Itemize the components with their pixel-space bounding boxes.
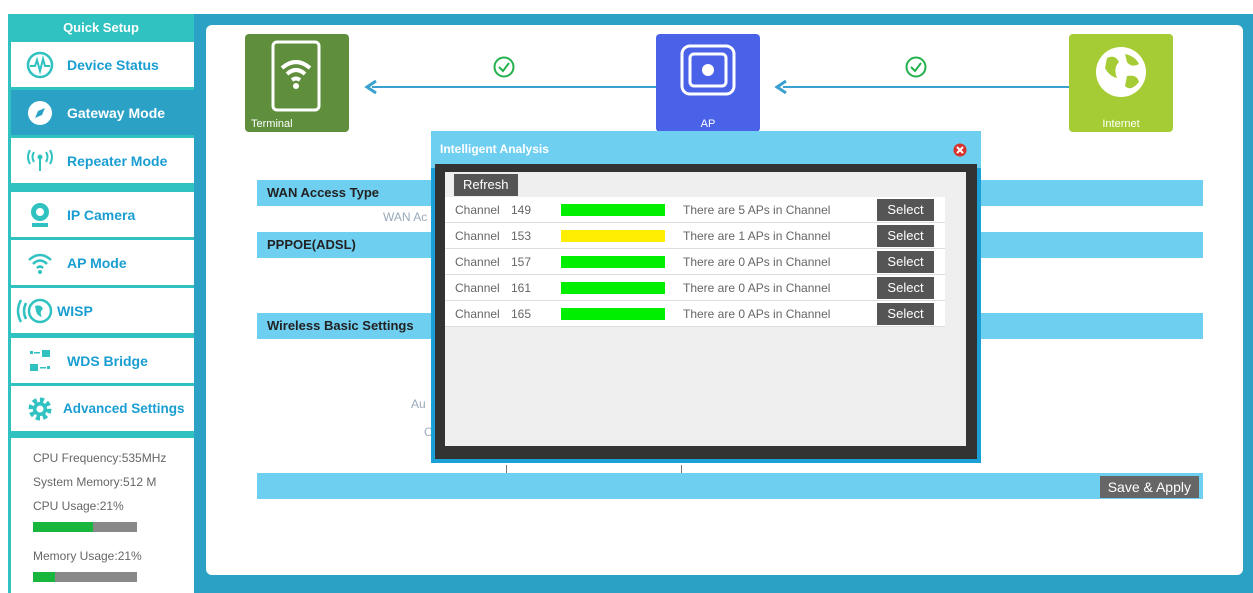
ghost-label-au: Au — [411, 397, 426, 411]
channel-label: Channel — [455, 281, 500, 295]
channel-row: Channel 157 There are 0 APs in Channel S… — [445, 249, 945, 275]
gear-icon — [23, 392, 57, 426]
sidebar-item-ap-mode[interactable]: AP Mode — [11, 240, 194, 285]
sidebar-item-label: Repeater Mode — [67, 152, 168, 169]
compass-icon — [23, 96, 57, 130]
ap-node: AP — [656, 34, 760, 132]
dialog-header: Intelligent Analysis — [431, 131, 981, 168]
channel-number: 149 — [511, 203, 532, 217]
channel-list-area: Refresh Channel 149 There are 5 APs in C… — [445, 172, 966, 446]
sidebar-item-label: IP Camera — [67, 206, 136, 223]
select-channel-button[interactable]: Select — [877, 251, 934, 273]
channel-row: Channel 153 There are 1 APs in Channel S… — [445, 223, 945, 249]
check-circle-icon — [905, 56, 927, 78]
refresh-button[interactable]: Refresh — [454, 174, 518, 196]
sidebar-item-wisp[interactable]: WISP — [11, 288, 194, 333]
sidebar-item-label: Gateway Mode — [67, 104, 166, 121]
sidebar-item-repeater-mode[interactable]: Repeater Mode — [11, 138, 194, 183]
wan-access-label: WAN Ac — [383, 210, 428, 224]
save-apply-button[interactable]: Save & Apply — [1099, 476, 1199, 498]
channel-label: Channel — [455, 203, 500, 217]
channel-row: Channel 165 There are 0 APs in Channel S… — [445, 301, 945, 327]
channel-number: 165 — [511, 307, 532, 321]
save-apply-bar: Save & Apply — [257, 473, 1203, 499]
system-memory-text: System Memory:512 M — [33, 475, 157, 489]
channel-number: 153 — [511, 229, 532, 243]
channel-row: Channel 161 There are 0 APs in Channel S… — [445, 275, 945, 301]
channel-level-bar — [561, 282, 665, 294]
channel-ap-count: There are 0 APs in Channel — [683, 307, 831, 321]
sidebar-item-label: WDS Bridge — [67, 352, 148, 369]
arrow-line — [783, 86, 1083, 88]
sidebar-item-gateway-mode[interactable]: Gateway Mode — [11, 90, 194, 135]
channel-ap-count: There are 0 APs in Channel — [683, 281, 831, 295]
memory-usage-text: Memory Usage:21% — [33, 549, 142, 563]
sidebar-item-ip-camera[interactable]: IP Camera — [11, 192, 194, 237]
internet-label: Internet — [1102, 118, 1140, 130]
channel-label: Channel — [455, 229, 500, 243]
cpu-usage-bar-fill — [33, 522, 94, 532]
router-admin-page: Quick Setup Device Status Gateway Mode R… — [0, 0, 1253, 593]
cpu-usage-text: CPU Usage:21% — [33, 499, 124, 513]
memory-usage-bar — [33, 572, 137, 582]
sidebar: Quick Setup Device Status Gateway Mode R… — [8, 14, 194, 593]
channel-level-bar — [561, 230, 665, 242]
camera-icon — [23, 198, 57, 232]
channel-row: Channel 149 There are 5 APs in Channel S… — [445, 197, 945, 223]
sidebar-title: Quick Setup — [63, 20, 139, 35]
sidebar-item-device-status[interactable]: Device Status — [11, 42, 194, 87]
select-channel-button[interactable]: Select — [877, 277, 934, 299]
cpu-frequency-text: CPU Frequency:535MHz — [33, 451, 167, 465]
channel-ap-count: There are 0 APs in Channel — [683, 255, 831, 269]
channel-level-bar — [561, 256, 665, 268]
dialog-title: Intelligent Analysis — [440, 142, 549, 156]
pulse-icon — [23, 48, 57, 82]
check-circle-icon — [493, 56, 515, 78]
channel-number: 157 — [511, 255, 532, 269]
sidebar-item-advanced-settings[interactable]: Advanced Settings — [11, 386, 194, 431]
close-icon[interactable] — [953, 143, 967, 157]
sidebar-item-wds-bridge[interactable]: WDS Bridge — [11, 338, 194, 383]
system-stats-panel: CPU Frequency:535MHz System Memory:512 M… — [11, 438, 194, 593]
channel-label: Channel — [455, 255, 500, 269]
arrow-line — [372, 86, 656, 88]
sidebar-item-label: AP Mode — [67, 254, 127, 271]
select-channel-button[interactable]: Select — [877, 303, 934, 325]
terminal-node: Terminal — [245, 34, 349, 132]
memory-usage-bar-fill — [33, 572, 55, 582]
internet-node: Internet — [1069, 34, 1173, 132]
ap-label: AP — [700, 118, 716, 130]
select-channel-button[interactable]: Select — [877, 225, 934, 247]
dialog-body: Refresh Channel 149 There are 5 APs in C… — [435, 164, 977, 459]
sidebar-item-label: WISP — [57, 302, 93, 319]
broadcast-icon — [23, 144, 57, 178]
wifi-icon — [23, 246, 57, 280]
channel-number: 161 — [511, 281, 532, 295]
channel-ap-count: There are 5 APs in Channel — [683, 203, 831, 217]
sidebar-item-label: Device Status — [67, 56, 159, 73]
cpu-usage-bar — [33, 522, 137, 532]
channel-level-bar — [561, 204, 665, 216]
select-channel-button[interactable]: Select — [877, 199, 934, 221]
bridge-icon — [23, 344, 57, 378]
channel-level-bar — [561, 308, 665, 320]
channel-label: Channel — [455, 307, 500, 321]
sidebar-item-label: Advanced Settings — [63, 401, 185, 416]
terminal-label: Terminal — [251, 118, 293, 130]
channel-ap-count: There are 1 APs in Channel — [683, 229, 831, 243]
wisp-icon — [13, 294, 57, 328]
intelligent-analysis-dialog: Intelligent Analysis Refresh Channel 149… — [431, 131, 981, 463]
